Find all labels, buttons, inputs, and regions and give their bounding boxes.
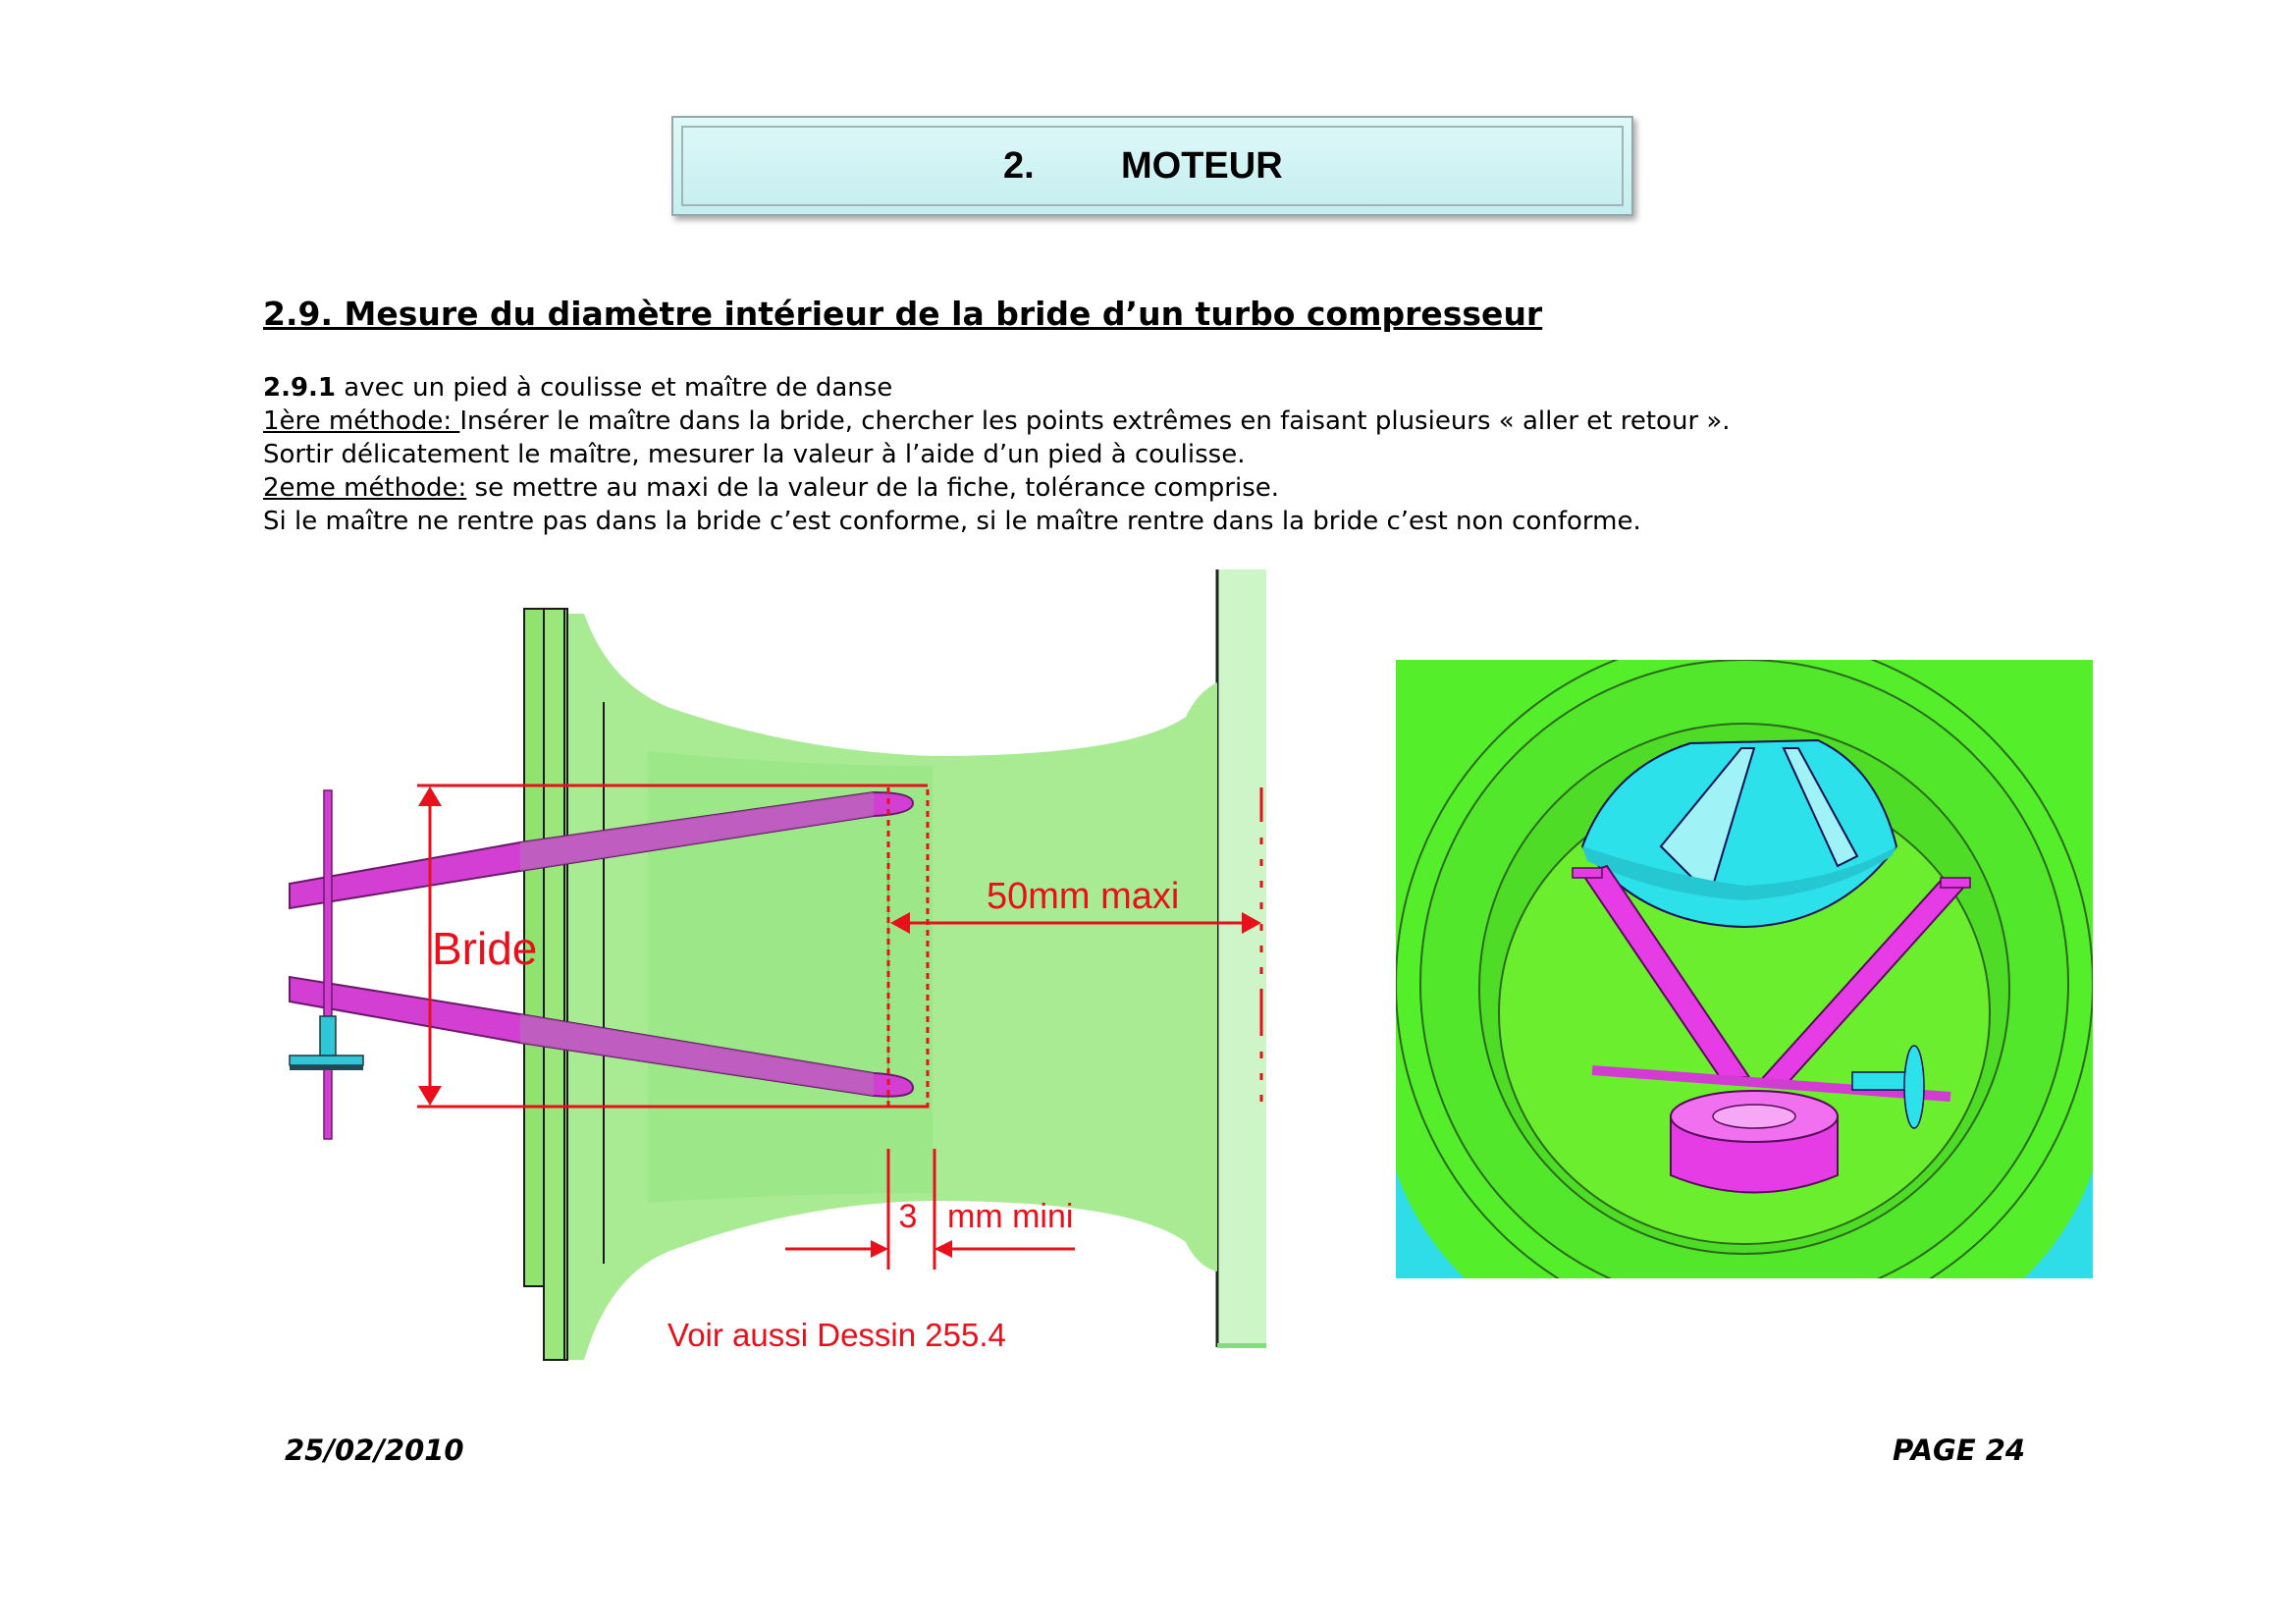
method2-line: 2eme méthode: se mettre au maxi de la va… (263, 473, 1279, 503)
bride-label: Bride (432, 923, 537, 974)
min-dimension-label: mm mini (947, 1198, 1073, 1235)
subsection-line: 2.9.1 avec un pied à coulisse et maître … (263, 373, 892, 403)
see-also-note: Voir aussi Dessin 255.4 (667, 1317, 1006, 1353)
max-dimension-label: 50mm maxi (987, 876, 1179, 917)
footer-date: 25/02/2010 (285, 1434, 464, 1467)
method2-label: 2eme méthode: (263, 473, 467, 503)
gauge-knob (289, 1055, 364, 1066)
min-dimension-number: 3 (899, 1198, 918, 1235)
chapter-number: 2. (1003, 145, 1035, 187)
method1-line: 1ère méthode: Insérer le maître dans la … (263, 406, 1731, 436)
footer-page: PAGE 24 (1893, 1434, 2026, 1467)
chapter-title: MOTEUR (1121, 145, 1283, 187)
instruction-line-5: Si le maître ne rentre pas dans la bride… (263, 507, 1641, 536)
method1-text: Insérer le maître dans la bride, cherche… (459, 406, 1731, 436)
method1-label: 1ère méthode: (263, 406, 460, 436)
instruction-line-3: Sortir délicatement le maître, mesurer l… (263, 440, 1246, 469)
flange-3d-view (1396, 660, 2093, 1278)
method2-text: se mettre au maxi de la valeur de la fic… (466, 473, 1280, 503)
gauge-stem (323, 789, 333, 1140)
subsection-number: 2.9.1 (263, 373, 337, 403)
section-title: 2.9. Mesure du diamètre intérieur de la … (263, 295, 1543, 333)
chapter-header: 2. MOTEUR (671, 116, 1633, 216)
subsection-text: avec un pied à coulisse et maître de dan… (344, 373, 893, 403)
outlet-flange (1217, 569, 1266, 1347)
gauge-knob-3d (1851, 1071, 1912, 1091)
bride-cross-section-diagram: Bride 50mm maxi 3 mm mini Voir aussi Des… (289, 569, 1266, 1361)
